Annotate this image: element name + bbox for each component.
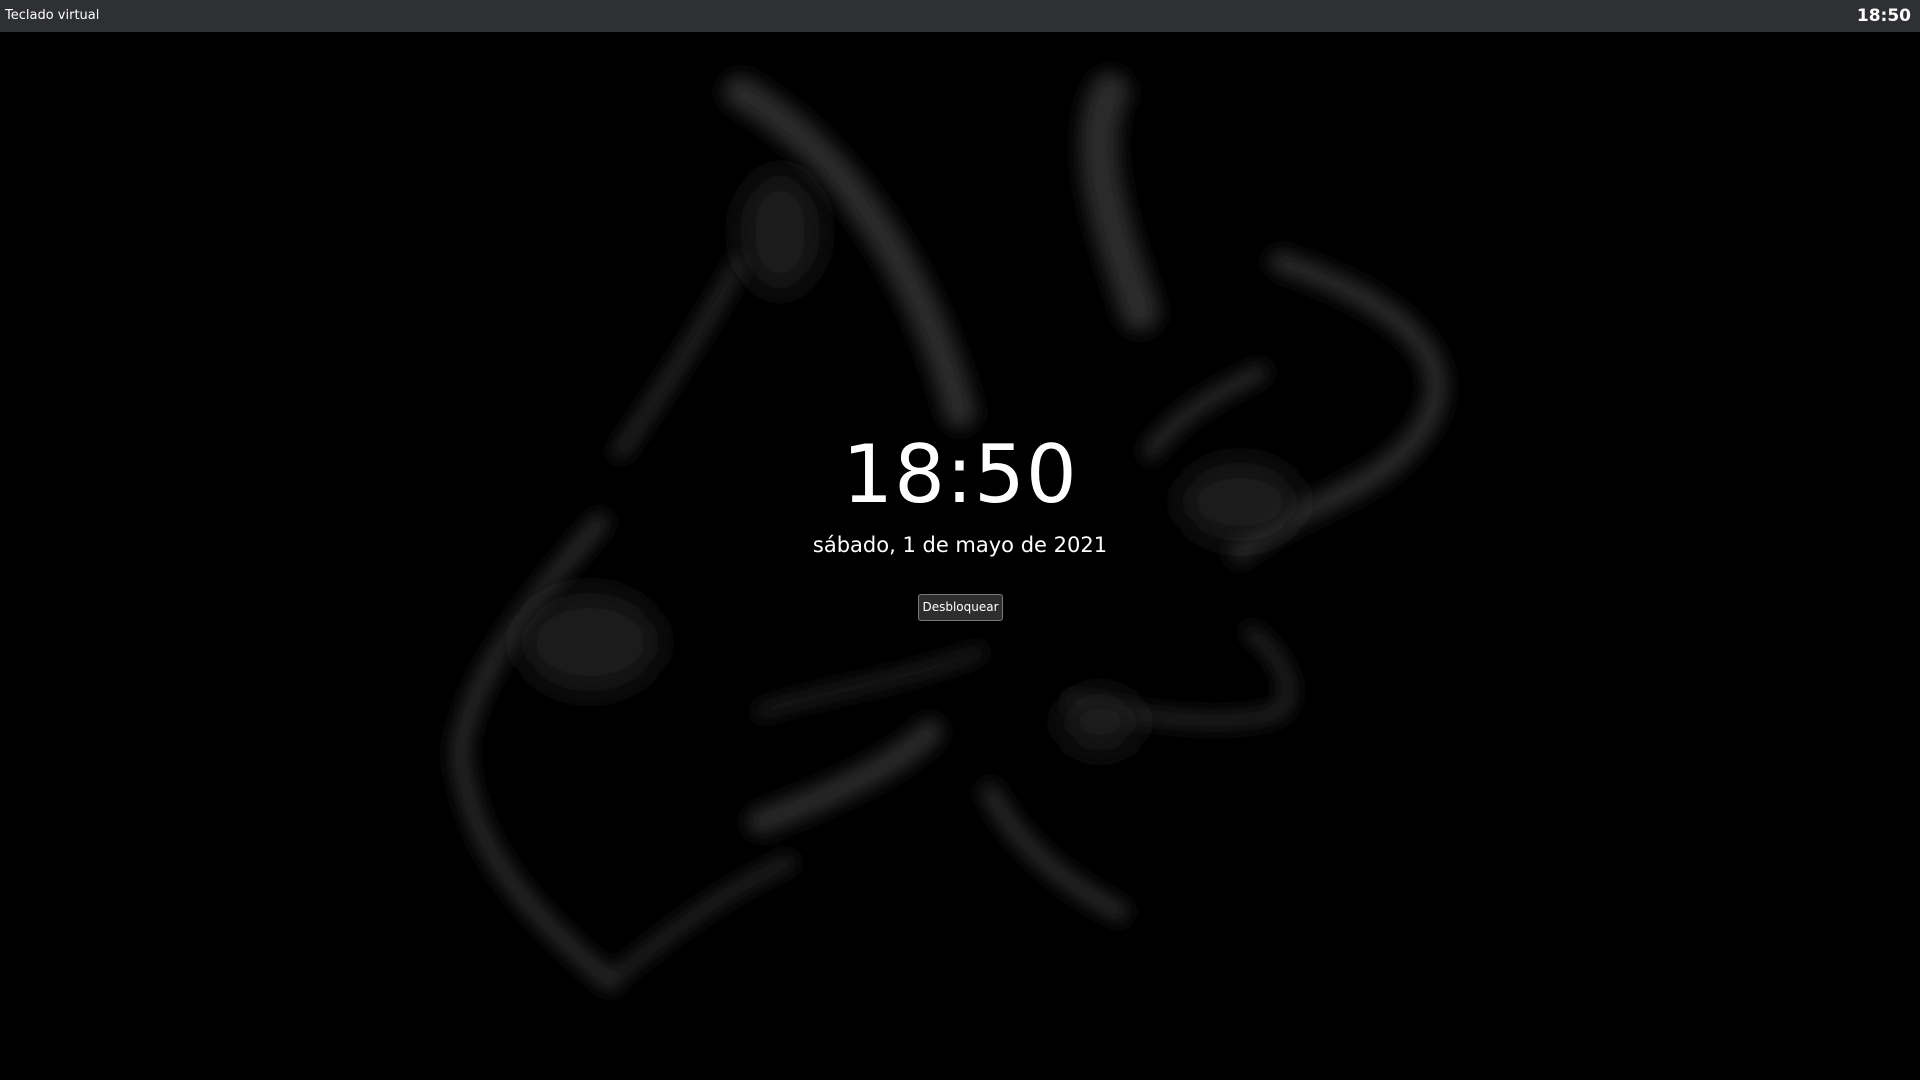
panel-clock: 18:50 [1856,6,1911,26]
virtual-keyboard-button[interactable]: Teclado virtual [5,0,99,32]
lock-screen: Teclado virtual 18:50 18:50 sábado, 1 de… [0,0,1920,1080]
unlock-button[interactable]: Desbloquear [918,594,1003,621]
lock-date: sábado, 1 de mayo de 2021 [812,533,1108,557]
lock-content: 18:50 sábado, 1 de mayo de 2021 Desbloqu… [0,0,1920,1080]
lock-clock: 18:50 [842,428,1078,521]
top-panel: Teclado virtual 18:50 [0,0,1920,32]
